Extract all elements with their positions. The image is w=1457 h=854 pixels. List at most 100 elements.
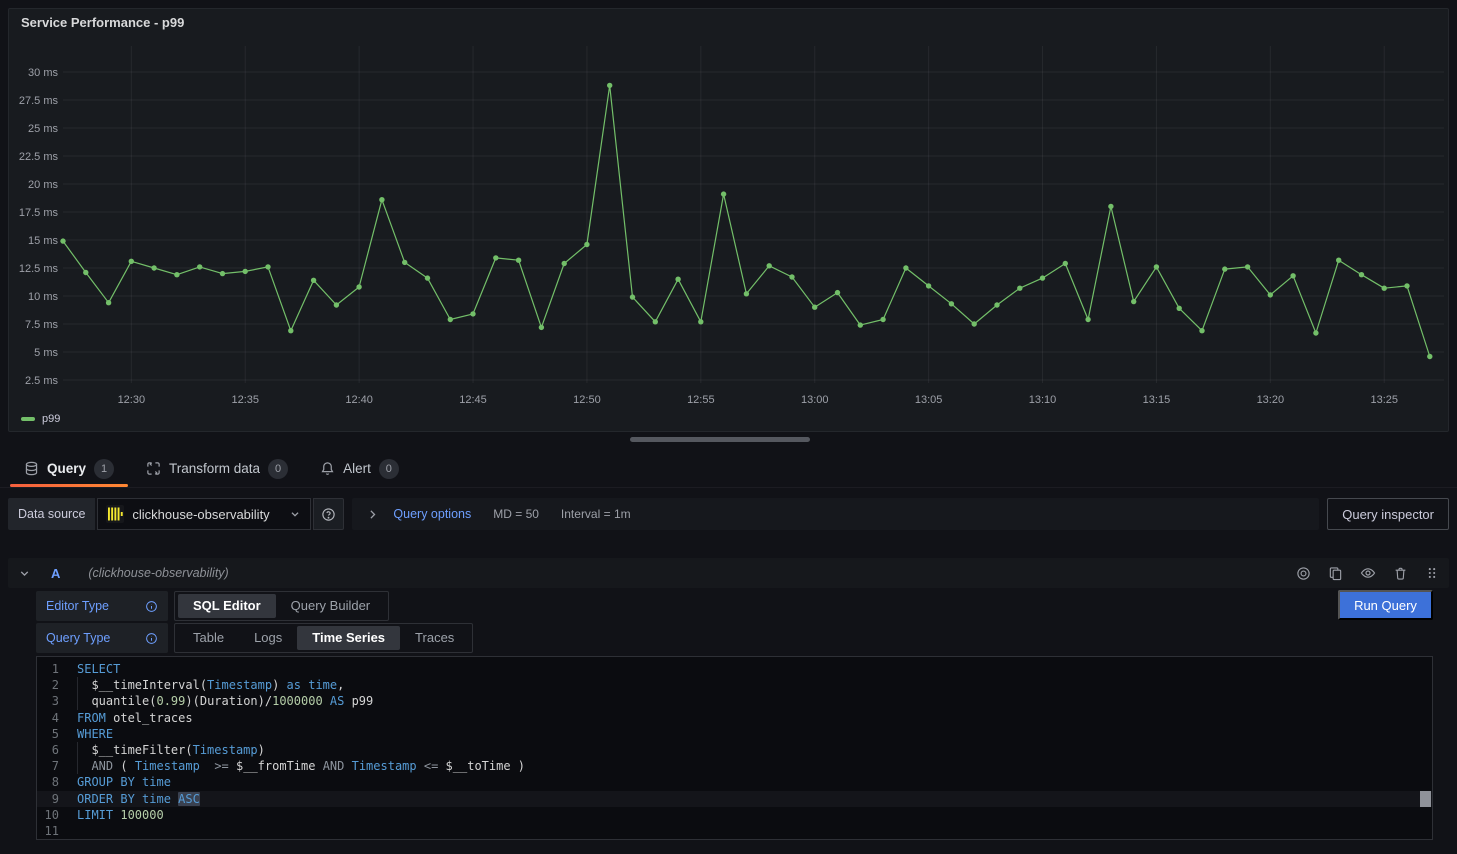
- data-point[interactable]: [675, 277, 680, 282]
- data-point[interactable]: [1108, 204, 1113, 209]
- data-point[interactable]: [744, 291, 749, 296]
- query-ref-id[interactable]: A: [51, 566, 60, 581]
- code-line-3[interactable]: 3 quantile(0.99)(Duration)/1000000 AS p9…: [37, 693, 1432, 709]
- info-circle-icon[interactable]: [145, 632, 158, 645]
- data-point[interactable]: [334, 302, 339, 307]
- data-point[interactable]: [425, 275, 430, 280]
- code-line-11[interactable]: 11: [37, 823, 1432, 839]
- data-point[interactable]: [949, 301, 954, 306]
- option-traces[interactable]: Traces: [400, 626, 469, 650]
- data-point[interactable]: [539, 325, 544, 330]
- data-point[interactable]: [767, 263, 772, 268]
- eye-icon[interactable]: [1360, 565, 1376, 581]
- drag-handle-icon[interactable]: [1425, 566, 1439, 580]
- code-line-9[interactable]: 9ORDER BY time ASC: [37, 791, 1432, 807]
- data-point[interactable]: [243, 269, 248, 274]
- data-point[interactable]: [402, 260, 407, 265]
- data-point[interactable]: [1154, 264, 1159, 269]
- data-point[interactable]: [1313, 330, 1318, 335]
- trash-icon[interactable]: [1393, 566, 1408, 581]
- data-point[interactable]: [1268, 292, 1273, 297]
- data-point[interactable]: [721, 191, 726, 196]
- code-line-2[interactable]: 2 $__timeInterval(Timestamp) as time,: [37, 677, 1432, 693]
- data-point[interactable]: [835, 290, 840, 295]
- data-point[interactable]: [1382, 286, 1387, 291]
- code-line-5[interactable]: 5WHERE: [37, 726, 1432, 742]
- code-line-6[interactable]: 6 $__timeFilter(Timestamp): [37, 742, 1432, 758]
- code-line-1[interactable]: 1SELECT: [37, 661, 1432, 677]
- option-time-series[interactable]: Time Series: [297, 626, 400, 650]
- query-row-collapse-icon[interactable]: [18, 567, 31, 580]
- data-point[interactable]: [1085, 317, 1090, 322]
- data-point[interactable]: [356, 284, 361, 289]
- data-point[interactable]: [1040, 275, 1045, 280]
- chevron-right-icon[interactable]: [366, 508, 379, 521]
- data-point[interactable]: [1177, 306, 1182, 311]
- data-point[interactable]: [1404, 283, 1409, 288]
- legend-item-p99[interactable]: p99: [42, 413, 60, 425]
- horizontal-scrollbar[interactable]: [630, 437, 810, 442]
- data-point[interactable]: [220, 271, 225, 276]
- data-point[interactable]: [1199, 328, 1204, 333]
- data-point[interactable]: [106, 300, 111, 305]
- data-point[interactable]: [129, 259, 134, 264]
- query-inspector-button[interactable]: Query inspector: [1327, 498, 1449, 530]
- data-point[interactable]: [858, 322, 863, 327]
- data-point[interactable]: [470, 311, 475, 316]
- code-line-7[interactable]: 7 AND ( Timestamp >= $__fromTime AND Tim…: [37, 758, 1432, 774]
- data-point[interactable]: [926, 283, 931, 288]
- code-line-10[interactable]: 10LIMIT 100000: [37, 807, 1432, 823]
- data-point[interactable]: [311, 278, 316, 283]
- option-query-builder[interactable]: Query Builder: [276, 594, 385, 618]
- data-point[interactable]: [1017, 286, 1022, 291]
- data-point[interactable]: [972, 321, 977, 326]
- data-source-picker[interactable]: clickhouse-observability: [97, 498, 311, 530]
- data-point[interactable]: [653, 319, 658, 324]
- copy-icon[interactable]: [1328, 566, 1343, 581]
- data-point[interactable]: [516, 258, 521, 263]
- run-query-button[interactable]: Run Query: [1338, 590, 1433, 620]
- data-point[interactable]: [698, 319, 703, 324]
- option-logs[interactable]: Logs: [239, 626, 297, 650]
- circle-icon[interactable]: [1296, 566, 1311, 581]
- code-line-4[interactable]: 4FROM otel_traces: [37, 710, 1432, 726]
- data-point[interactable]: [903, 265, 908, 270]
- option-sql-editor[interactable]: SQL Editor: [178, 594, 276, 618]
- data-point[interactable]: [288, 328, 293, 333]
- data-point[interactable]: [174, 272, 179, 277]
- data-point[interactable]: [1336, 258, 1341, 263]
- data-point[interactable]: [630, 294, 635, 299]
- data-point[interactable]: [60, 238, 65, 243]
- data-point[interactable]: [197, 264, 202, 269]
- data-point[interactable]: [151, 265, 156, 270]
- data-point[interactable]: [1222, 266, 1227, 271]
- data-point[interactable]: [1359, 272, 1364, 277]
- data-point[interactable]: [1427, 354, 1432, 359]
- panel-title[interactable]: Service Performance - p99: [21, 15, 184, 30]
- info-circle-icon[interactable]: [145, 600, 158, 613]
- data-point[interactable]: [83, 270, 88, 275]
- editor-scrollbar-thumb[interactable]: [1420, 791, 1431, 807]
- data-point[interactable]: [1063, 261, 1068, 266]
- data-point[interactable]: [562, 261, 567, 266]
- data-point[interactable]: [1245, 264, 1250, 269]
- tab-alert[interactable]: Alert 0: [304, 450, 415, 487]
- tab-query[interactable]: Query 1: [8, 450, 130, 487]
- data-point[interactable]: [493, 255, 498, 260]
- option-table[interactable]: Table: [178, 626, 239, 650]
- data-point[interactable]: [265, 264, 270, 269]
- data-point[interactable]: [994, 302, 999, 307]
- query-options-toggle[interactable]: Query options: [393, 507, 471, 521]
- data-point[interactable]: [607, 83, 612, 88]
- datasource-help-button[interactable]: [313, 498, 344, 530]
- sql-editor[interactable]: 1SELECT2 $__timeInterval(Timestamp) as t…: [36, 656, 1433, 840]
- data-point[interactable]: [1131, 299, 1136, 304]
- timeseries-chart[interactable]: 2.5 ms5 ms7.5 ms10 ms12.5 ms15 ms17.5 ms…: [9, 9, 1448, 431]
- data-point[interactable]: [1290, 273, 1295, 278]
- data-point[interactable]: [789, 274, 794, 279]
- code-line-8[interactable]: 8GROUP BY time: [37, 774, 1432, 790]
- data-point[interactable]: [584, 242, 589, 247]
- data-point[interactable]: [880, 317, 885, 322]
- data-point[interactable]: [379, 197, 384, 202]
- data-point[interactable]: [448, 317, 453, 322]
